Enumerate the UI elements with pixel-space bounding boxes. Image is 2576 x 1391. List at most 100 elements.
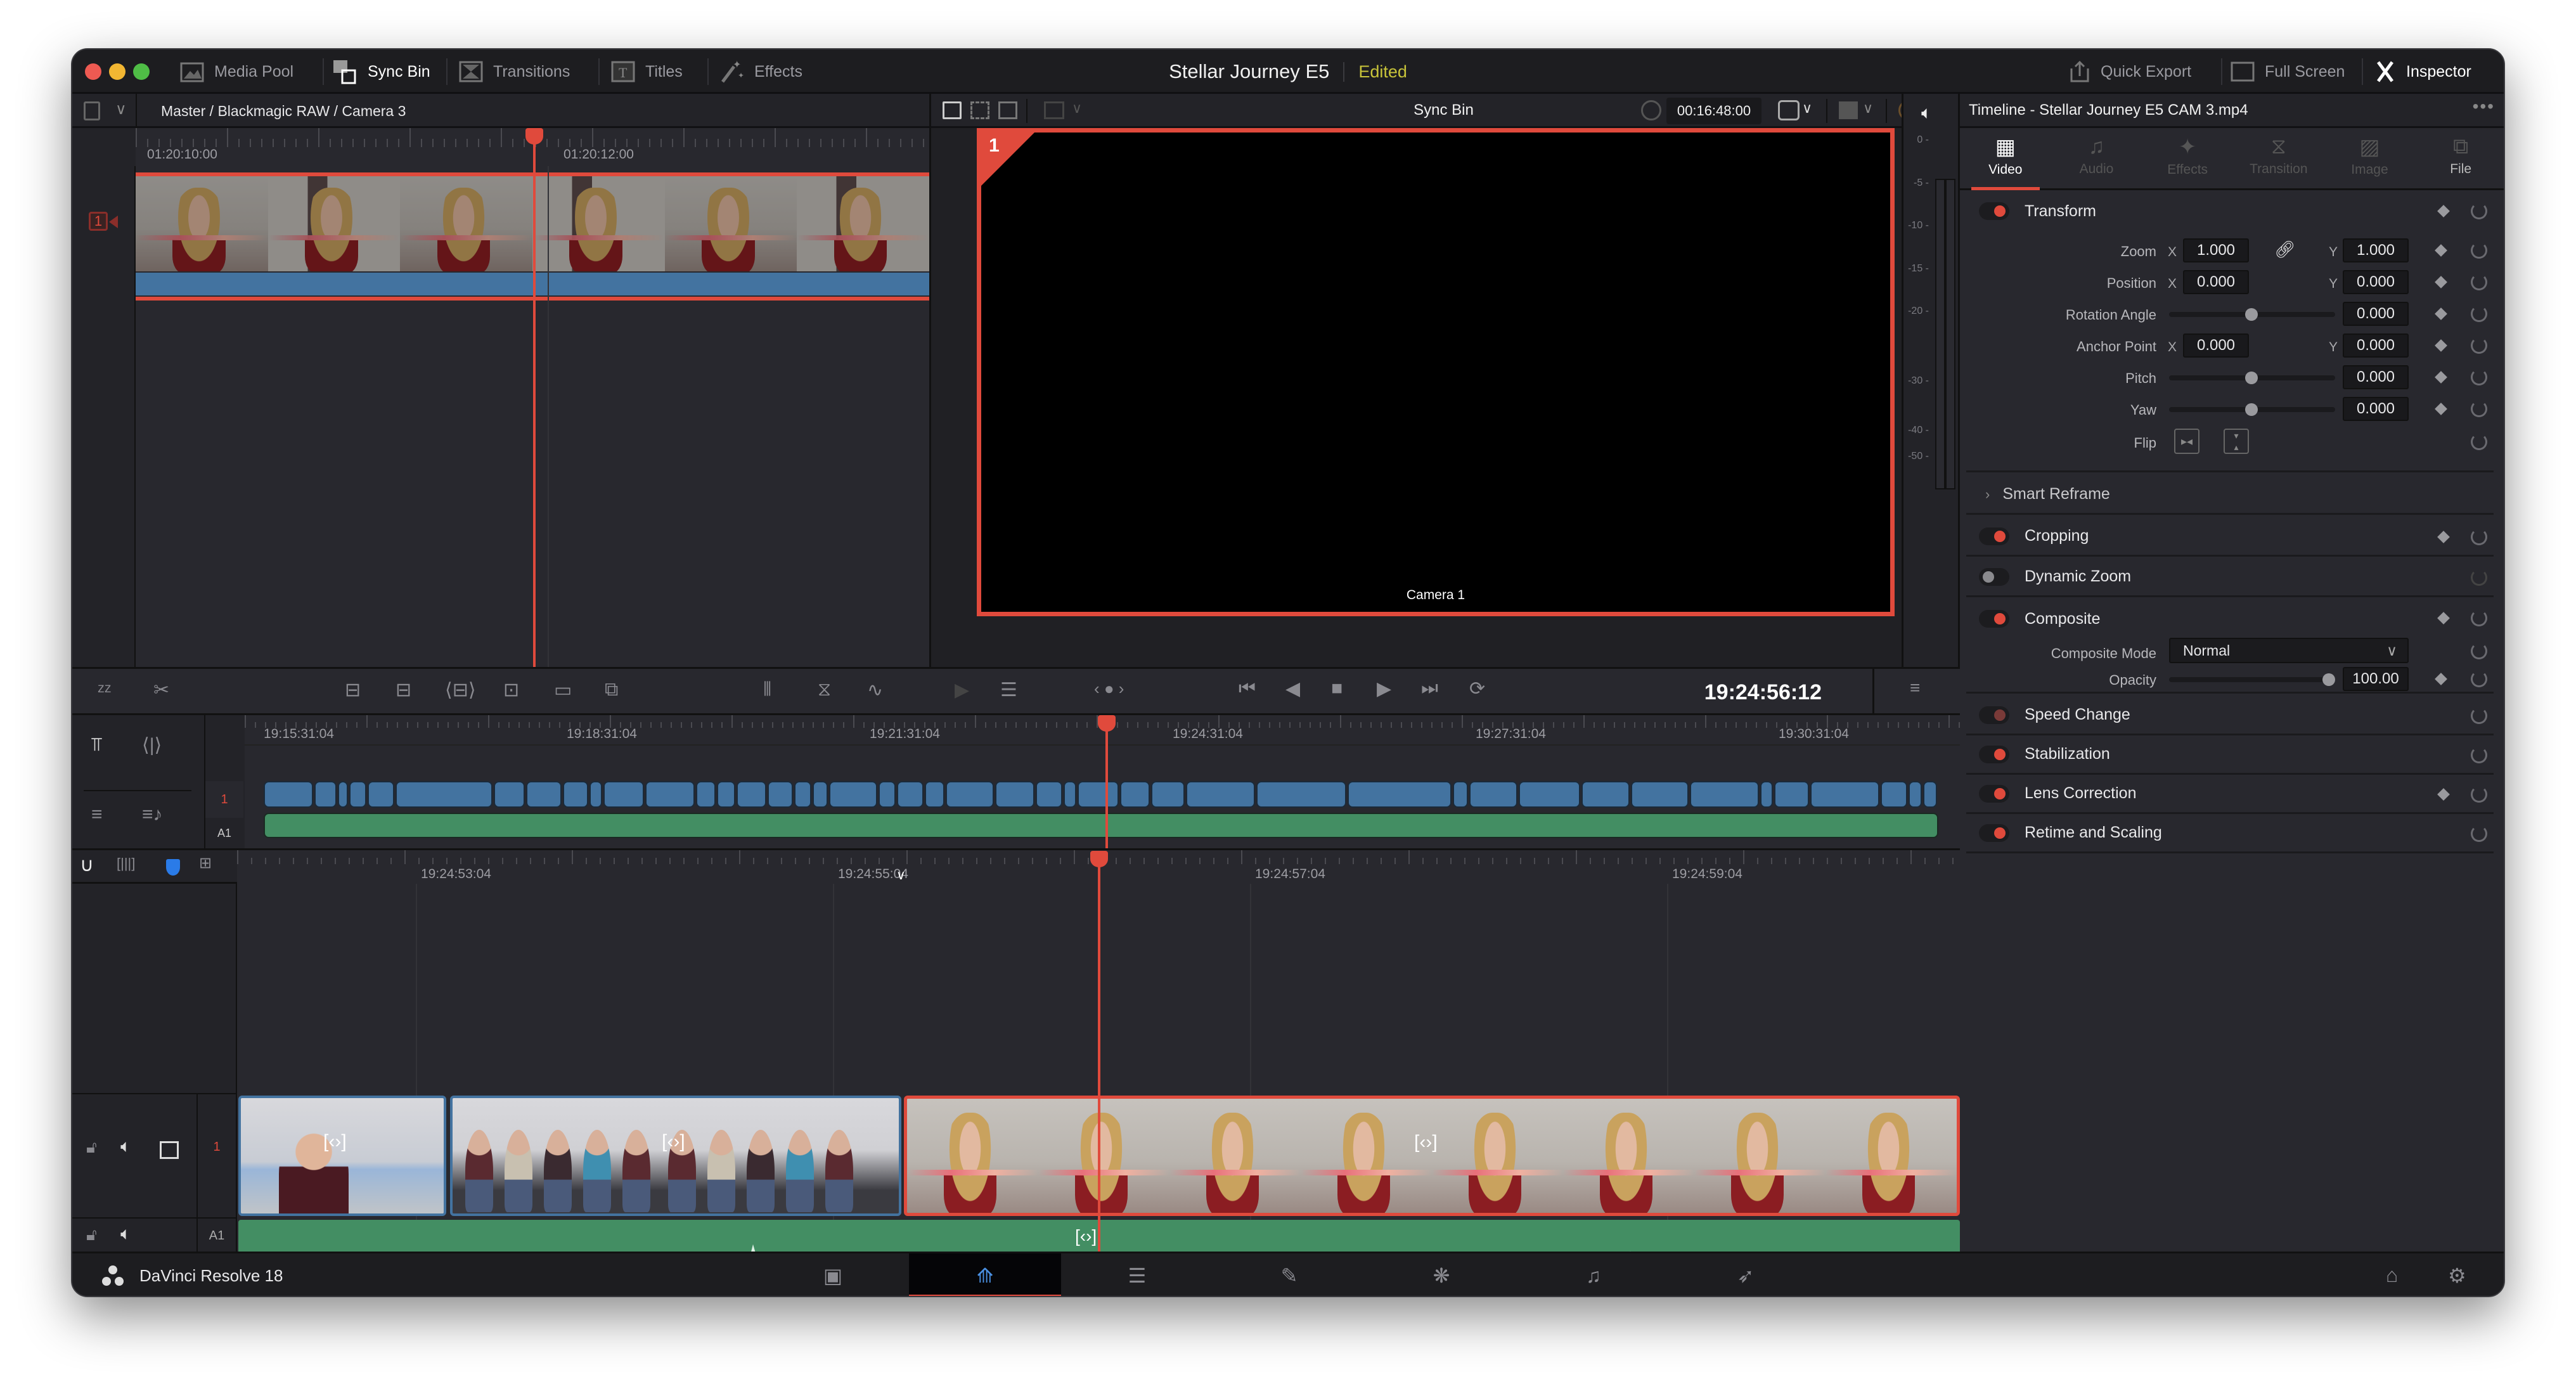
opacity-slider-knob[interactable] — [2322, 673, 2335, 686]
smart-reframe-section[interactable]: › Smart Reframe — [1966, 476, 2494, 515]
multicam-clip[interactable] — [696, 781, 716, 808]
tab-transition[interactable]: ⧖ Transition — [2233, 128, 2324, 190]
timeline-clip[interactable]: [‹›] — [238, 1096, 446, 1216]
upper-playhead-handle[interactable] — [1098, 715, 1116, 732]
reset-icon[interactable] — [2471, 786, 2487, 803]
page-fairlight-button[interactable]: ♫ — [1517, 1253, 1670, 1296]
marker-icon[interactable] — [166, 859, 180, 876]
keyframe-icon[interactable] — [2435, 244, 2447, 257]
stabilization-toggle[interactable] — [1979, 745, 2009, 763]
speed-change-toggle[interactable] — [1979, 706, 2009, 724]
upper-video-track[interactable] — [264, 781, 1938, 808]
home-icon[interactable]: ⌂ — [2386, 1264, 2398, 1287]
multicam-clip[interactable] — [349, 781, 366, 808]
dynamic-zoom-section[interactable]: Dynamic Zoom — [1966, 558, 2494, 597]
multicam-clip[interactable] — [1150, 781, 1185, 808]
upper-timeline[interactable]: 19:15:31:04 19:18:31:04 19:21:31:04 19:24:3… — [245, 715, 1960, 848]
dissolve-icon[interactable]: ⧖ — [818, 679, 831, 701]
audio-only-icon[interactable]: ≡♪ — [142, 804, 163, 825]
lower-playhead[interactable] — [1098, 851, 1100, 1296]
go-to-end-icon[interactable]: ⏭ — [1421, 678, 1438, 699]
multicam-clip[interactable] — [1690, 781, 1759, 808]
smart-insert-icon[interactable]: ⊟ — [345, 679, 361, 701]
multicam-clip[interactable] — [1922, 781, 1937, 808]
rotation-field[interactable]: 0.000 — [2343, 302, 2409, 326]
multicam-clip[interactable] — [338, 781, 349, 808]
page-fusion-button[interactable]: ✎ — [1213, 1253, 1365, 1296]
tab-file[interactable]: ⧉ File — [2415, 128, 2504, 190]
source-tape-icon[interactable]: ▶ — [955, 679, 969, 701]
stop-icon[interactable]: ■ — [1331, 678, 1343, 699]
sidebar-toggle-icon[interactable] — [84, 101, 100, 120]
reset-icon[interactable] — [2471, 529, 2487, 545]
reset-icon[interactable] — [2471, 203, 2487, 219]
page-deliver-button[interactable]: ➶ — [1670, 1253, 1822, 1296]
snapping-icon[interactable]: ∪ — [80, 854, 94, 876]
cropping-toggle[interactable] — [1979, 527, 2009, 545]
audio-trim-icon[interactable]: ☰ — [1000, 679, 1017, 701]
slip-handle-icon[interactable]: [‹›] — [662, 1131, 685, 1153]
keyframe-icon[interactable] — [2435, 276, 2447, 288]
dynamic-zoom-toggle[interactable] — [1979, 567, 2009, 586]
multicam-clip[interactable] — [1909, 781, 1922, 808]
flip-vertical-button[interactable]: ▾ ▴ — [2224, 429, 2249, 454]
flip-horizontal-button[interactable]: ▸◂ — [2174, 429, 2199, 454]
reset-icon[interactable] — [2471, 369, 2487, 385]
camera-angle-badge[interactable]: 1 — [89, 212, 108, 231]
opacity-slider[interactable] — [2169, 677, 2335, 682]
keyframe-icon[interactable] — [2437, 612, 2450, 624]
place-on-top-icon[interactable]: ▭ — [554, 679, 572, 701]
play-reverse-icon[interactable]: ◀ — [1285, 678, 1300, 700]
keyframe-icon[interactable] — [2437, 531, 2450, 543]
keyframe-icon[interactable] — [2437, 205, 2450, 217]
multicam-clip[interactable] — [562, 781, 588, 808]
keyframe-icon[interactable] — [2437, 788, 2450, 801]
reset-icon[interactable] — [2471, 401, 2487, 417]
opacity-field[interactable]: 100.00 — [2343, 667, 2409, 691]
position-x-field[interactable]: 0.000 — [2183, 270, 2249, 294]
close-up-icon[interactable]: ⊡ — [503, 679, 519, 701]
multicam-clip[interactable] — [603, 781, 645, 808]
retime-scaling-section[interactable]: Retime and Scaling — [1966, 814, 2494, 853]
slip-handle-icon[interactable]: [‹›] — [1414, 1132, 1438, 1153]
multicam-clip[interactable] — [1469, 781, 1517, 808]
reset-icon[interactable] — [2471, 306, 2487, 322]
multicam-clip[interactable] — [526, 781, 562, 808]
cut-transition-icon[interactable]: ⦀ — [763, 679, 771, 701]
upper-playhead[interactable] — [1105, 715, 1108, 848]
pitch-slider-knob[interactable] — [2245, 372, 2258, 384]
zoom-y-field[interactable]: 1.000 — [2343, 238, 2409, 262]
lock-icon[interactable]: 🔓︎ — [86, 1225, 97, 1245]
multicam-clip[interactable] — [768, 781, 794, 808]
anchor-x-field[interactable]: 0.000 — [2183, 333, 2249, 358]
upper-audio-clip[interactable] — [264, 813, 1938, 838]
reset-icon[interactable] — [2471, 671, 2487, 687]
viewer-duration-timecode[interactable]: 00:16:48:00 — [1666, 98, 1761, 124]
lock-icon[interactable]: 🔓︎ — [86, 1137, 97, 1158]
page-cut-button[interactable]: ⟰ — [909, 1253, 1061, 1296]
retime-scaling-toggle[interactable] — [1979, 824, 2009, 842]
multicam-clip[interactable] — [995, 781, 1035, 808]
keyframe-icon[interactable] — [2435, 403, 2447, 415]
chevron-down-icon[interactable]: ∨ — [1802, 100, 1812, 117]
lens-correction-section[interactable]: Lens Correction — [1966, 775, 2494, 814]
keyframe-icon[interactable] — [2435, 339, 2447, 352]
speaker-icon[interactable]: 🔈︎ — [120, 1136, 131, 1157]
multicam-clip[interactable] — [1119, 781, 1150, 808]
rotation-slider-knob[interactable] — [2245, 308, 2258, 321]
slip-handle-icon[interactable]: [‹›] — [1075, 1226, 1097, 1246]
lower-playhead-handle[interactable] — [1090, 851, 1108, 867]
multicam-clip[interactable] — [314, 781, 337, 808]
tab-audio[interactable]: ♫ Audio — [2051, 128, 2142, 190]
lens-correction-toggle[interactable] — [1979, 784, 2009, 803]
multicam-clip[interactable] — [1760, 781, 1773, 808]
multicam-clip[interactable] — [1581, 781, 1630, 808]
multicam-clip[interactable] — [1518, 781, 1581, 808]
trim-icon[interactable]: ⟨|⟩ — [142, 734, 162, 756]
playback-timecode[interactable]: 19:24:56:12 — [1704, 680, 1822, 705]
transform-section[interactable]: Transform — [1966, 191, 2494, 231]
multicam-clip[interactable] — [829, 781, 877, 808]
settings-gear-icon[interactable]: ⚙ — [2448, 1264, 2466, 1288]
multicam-clip[interactable] — [878, 781, 896, 808]
multicam-clip[interactable] — [589, 781, 602, 808]
